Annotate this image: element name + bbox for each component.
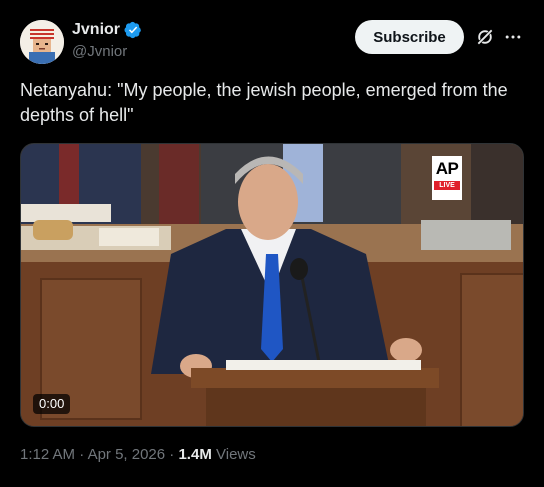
views-count: 1.4M xyxy=(178,446,212,463)
more-horizontal-icon[interactable] xyxy=(503,27,523,47)
ap-logo: AP xyxy=(435,159,459,178)
post-meta: 1:12 AM · Apr 5, 2026 · 1.4M Views xyxy=(20,446,256,463)
author-name-row[interactable]: Jvnior xyxy=(72,21,142,39)
grok-icon[interactable] xyxy=(475,27,495,47)
live-indicator: LIVE xyxy=(434,181,460,190)
subscribe-button[interactable]: Subscribe xyxy=(355,20,464,54)
video-timecode: 0:00 xyxy=(33,394,71,414)
post-date[interactable]: Apr 5, 2026 xyxy=(88,446,166,463)
meta-separator: · xyxy=(79,446,85,463)
avatar-image xyxy=(20,20,64,64)
post-text: Netanyahu: "My people, the jewish people… xyxy=(20,80,508,125)
verified-badge-icon[interactable] xyxy=(124,21,142,39)
post-card: Jvnior @Jvnior Subscribe Netanyahu: "My … xyxy=(0,0,544,487)
avatar[interactable] xyxy=(20,20,64,64)
author-handle[interactable]: @Jvnior xyxy=(72,43,127,60)
views-label: Views xyxy=(216,446,256,463)
meta-separator: · xyxy=(169,446,175,463)
video-player[interactable]: AP LIVE 0:00 xyxy=(20,143,524,427)
author-display-name[interactable]: Jvnior xyxy=(72,21,120,39)
post-time[interactable]: 1:12 AM xyxy=(20,446,75,463)
ap-live-badge: AP LIVE xyxy=(432,156,462,200)
